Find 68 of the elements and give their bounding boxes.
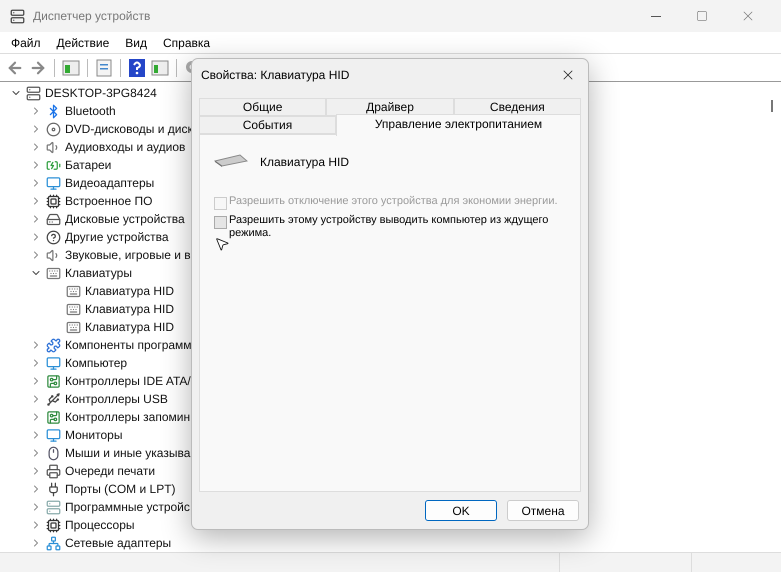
tree-item[interactable]: Видеоадаптеры xyxy=(65,174,154,192)
tree-item[interactable]: Bluetooth xyxy=(65,102,116,120)
tree-item[interactable]: Батареи xyxy=(65,156,112,174)
maximize-icon xyxy=(696,10,708,22)
tree-item[interactable]: Компоненты программ xyxy=(65,336,192,354)
cancel-button[interactable]: Отмена xyxy=(507,500,579,521)
menu-item[interactable]: Вид xyxy=(119,34,153,52)
mouse-cursor-icon xyxy=(214,236,230,252)
checkbox[interactable] xyxy=(214,216,227,229)
chip-icon xyxy=(46,194,61,208)
help-icon[interactable] xyxy=(126,56,148,78)
chip-icon xyxy=(46,518,61,532)
monitor-icon xyxy=(46,428,61,442)
tree-item[interactable]: Клавиатура HID xyxy=(85,318,174,336)
tree-item[interactable]: Мыши и иные указыва xyxy=(65,444,190,462)
keyboard-icon xyxy=(66,302,81,316)
tree-item[interactable]: Звуковые, игровые и в xyxy=(65,246,191,264)
tree-item[interactable]: Встроенное ПО xyxy=(65,192,152,210)
tree-item[interactable]: Другие устройства xyxy=(65,228,169,246)
tab[interactable]: Управление электропитанием xyxy=(336,114,581,136)
tree-item[interactable]: Контроллеры IDE ATA/ xyxy=(65,372,191,390)
tree-item[interactable]: Дисковые устройства xyxy=(65,210,185,228)
tree-item[interactable]: Контроллеры USB xyxy=(65,390,168,408)
monitor-icon xyxy=(46,176,61,190)
ok-button[interactable]: OK xyxy=(425,500,497,521)
tab[interactable]: Общие xyxy=(199,98,326,116)
tree-item[interactable]: Сетевые адаптеры xyxy=(65,534,172,552)
tab[interactable]: Драйвер xyxy=(326,98,454,116)
monitor-icon xyxy=(46,356,61,370)
computer-icon xyxy=(26,86,41,100)
puzzle-icon xyxy=(46,338,61,352)
tree-item[interactable]: Очереди печати xyxy=(65,462,156,480)
tower-icon xyxy=(46,500,61,514)
circuit-board-icon xyxy=(46,410,61,424)
disc-icon xyxy=(46,122,61,136)
dialog-title: Свойства: Клавиатура HID xyxy=(201,67,350,84)
keyboard-icon xyxy=(214,153,248,167)
keyboard-icon xyxy=(66,284,81,298)
printer-icon xyxy=(46,464,61,478)
plug-icon xyxy=(46,482,61,496)
window-title: Диспетчер устройств xyxy=(33,8,150,25)
tree-item[interactable]: Порты (COM и LPT) xyxy=(65,480,176,498)
menu-item[interactable]: Справка xyxy=(157,34,216,52)
network-icon xyxy=(46,536,61,550)
question-icon xyxy=(46,230,61,244)
app-icon xyxy=(10,8,25,24)
tree-item[interactable]: Аудиовходы и аудиов xyxy=(65,138,186,156)
menu-item[interactable]: Действие xyxy=(50,34,116,52)
tree-item[interactable]: Клавиатура HID xyxy=(85,300,174,318)
tab[interactable]: События xyxy=(199,116,336,134)
menu-item[interactable]: Файл xyxy=(5,34,47,52)
tree-item[interactable]: Контроллеры запомин xyxy=(65,408,190,426)
tree-item[interactable]: Мониторы xyxy=(65,426,122,444)
mouse-icon xyxy=(46,446,61,460)
tree-item[interactable]: Клавиатура HID xyxy=(85,282,174,300)
tree-item[interactable]: DESKTOP-3PG8424 xyxy=(45,84,157,102)
checkbox-label[interactable]: Разрешить этому устройству выводить компьютер из ждущего режима. xyxy=(229,214,566,240)
drive-icon xyxy=(46,212,61,226)
usb-icon xyxy=(46,392,61,406)
tree-item[interactable]: Клавиатуры xyxy=(65,264,132,282)
keyboard-icon xyxy=(66,320,81,334)
device-name: Клавиатура HID xyxy=(260,154,349,171)
tree-item[interactable]: Процессоры xyxy=(65,516,134,534)
scrollbar[interactable] xyxy=(771,100,773,112)
tree-item[interactable]: Компьютер xyxy=(65,354,128,372)
circuit-board-icon xyxy=(46,374,61,388)
tree-item[interactable]: Программные устройс xyxy=(65,498,190,516)
keyboard-icon xyxy=(46,266,61,280)
